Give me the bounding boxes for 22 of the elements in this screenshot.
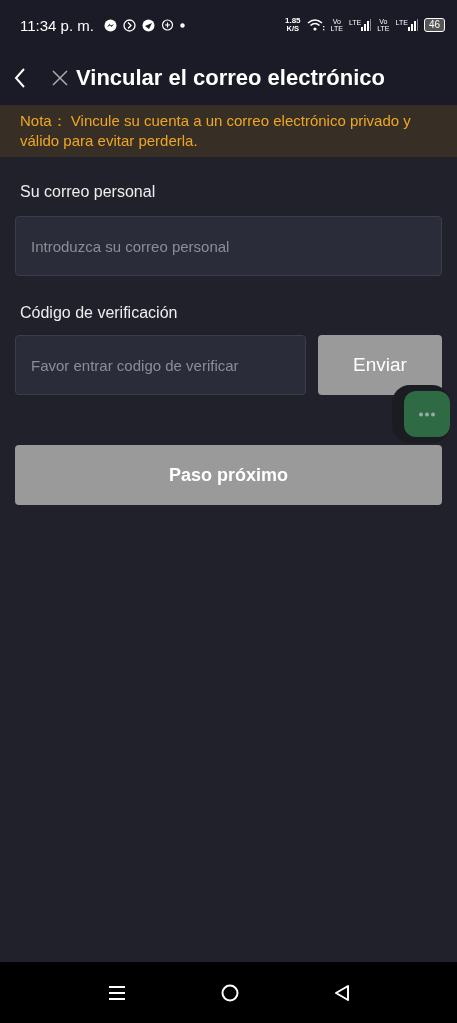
messenger-icon — [103, 18, 117, 32]
code-field[interactable]: Favor entrar codigo de verificar — [15, 335, 306, 395]
page-title: Vincular el correo electrónico — [76, 64, 385, 91]
net-speed: 1.85 — [285, 17, 301, 25]
close-icon[interactable] — [52, 69, 68, 86]
home-icon[interactable] — [220, 983, 239, 1002]
app-icon — [141, 18, 155, 32]
field-label: Código de verificación — [20, 304, 179, 322]
signal-icon — [407, 19, 418, 31]
more-icon[interactable] — [418, 411, 436, 417]
menu-icon[interactable] — [107, 984, 126, 1001]
signal-icon — [361, 19, 372, 31]
wifi-icon — [306, 18, 325, 32]
field-label: Su correo personal — [20, 183, 157, 201]
notice-banner: Nota： Vincule su cuenta a un correo electrónico privado y válido para evitar perderla. — [0, 105, 457, 157]
plus-bubble-icon — [160, 18, 174, 32]
email-field[interactable]: Introduzca su correo personal — [15, 216, 442, 276]
clock: 11:34 p. m. — [20, 16, 94, 34]
battery-indicator: 46 — [423, 18, 445, 32]
dot-icon — [179, 22, 185, 28]
back-icon[interactable] — [14, 66, 26, 89]
back-triangle-icon[interactable] — [333, 983, 350, 1002]
